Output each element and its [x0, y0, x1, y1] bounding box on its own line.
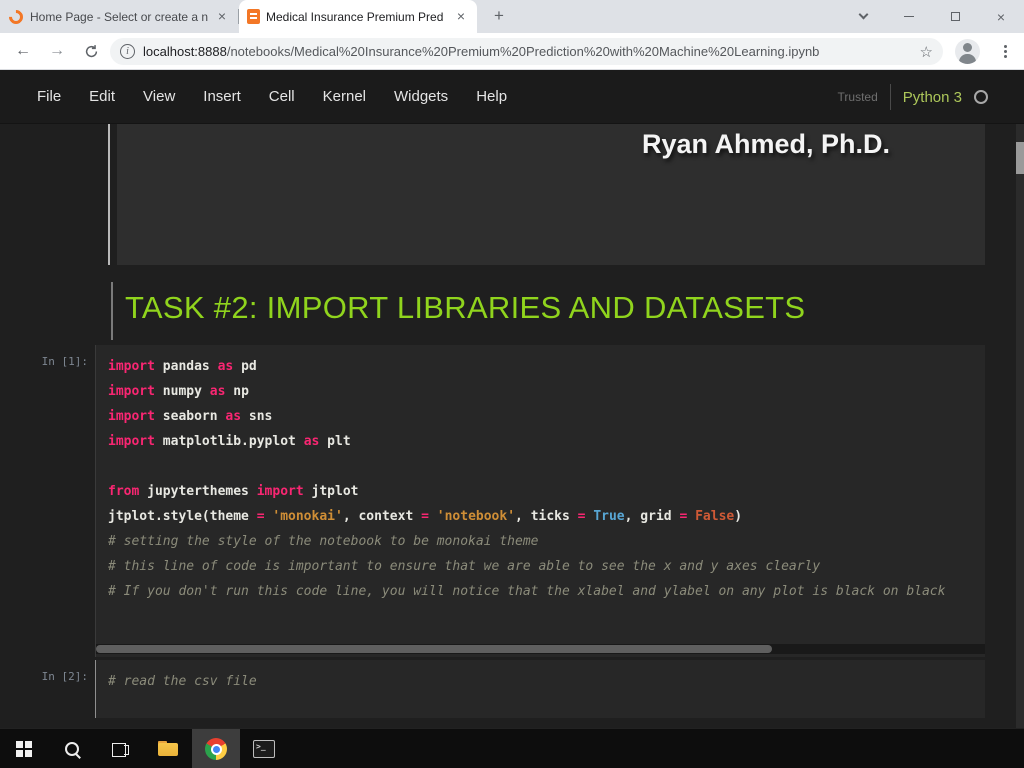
code-lines: import pandas as pd import numpy as np imp… — [108, 354, 973, 604]
chrome-button[interactable] — [192, 729, 240, 768]
scrollbar-thumb[interactable] — [96, 645, 772, 653]
heading-cell-indicator — [111, 282, 113, 340]
menu-widgets[interactable]: Widgets — [380, 80, 462, 113]
code-line: import seaborn as sns — [108, 409, 273, 424]
code-line: jtplot.style(theme = 'monokai', context … — [108, 509, 743, 524]
browser-tab-bar: Home Page - Select or create a n × Medic… — [0, 0, 1024, 33]
menu-insert[interactable]: Insert — [189, 80, 255, 113]
kernel-name: Python 3 — [902, 88, 962, 106]
browser-toolbar: ← → i localhost:8888/notebooks/Medical%2… — [0, 33, 1024, 70]
menu-help[interactable]: Help — [462, 80, 521, 113]
page-info-icon[interactable]: i — [120, 44, 135, 59]
url-host: localhost:8888 — [143, 44, 227, 59]
trusted-status: Trusted — [837, 90, 878, 104]
scrollbar-thumb[interactable] — [1016, 142, 1024, 174]
file-explorer-button[interactable] — [144, 729, 192, 768]
refresh-icon — [85, 44, 97, 57]
tab-title: Home Page - Select or create a n — [30, 9, 208, 24]
cell-prompt: In [1]: — [41, 355, 88, 368]
window-close-button[interactable]: × — [978, 0, 1024, 33]
tab-close-icon[interactable]: × — [214, 8, 230, 25]
menubar-divider — [889, 84, 891, 110]
new-tab-button[interactable]: + — [489, 6, 509, 26]
code-line: import pandas as pd — [108, 359, 257, 374]
window-minimize-button[interactable] — [886, 0, 932, 33]
jupyter-notebook-favicon — [247, 9, 260, 24]
terminal-icon — [253, 740, 275, 758]
jupyter-menubar: File Edit View Insert Cell Kernel Widget… — [0, 70, 1024, 124]
code-editor[interactable]: import pandas as pd import numpy as np imp… — [95, 345, 985, 657]
forward-button[interactable]: → — [44, 38, 70, 64]
windows-logo-icon — [16, 741, 32, 757]
start-button[interactable] — [0, 729, 48, 768]
tab-home-page[interactable]: Home Page - Select or create a n × — [0, 0, 238, 33]
profile-avatar[interactable] — [955, 39, 980, 64]
selected-cell-indicator — [108, 124, 110, 265]
horizontal-scrollbar[interactable] — [96, 644, 985, 654]
banner-markdown-cell[interactable]: Ryan Ahmed, Ph.D. — [117, 124, 985, 265]
back-button[interactable]: ← — [10, 38, 36, 64]
chrome-icon — [205, 738, 227, 760]
jupyter-favicon — [8, 9, 24, 25]
maximize-icon — [950, 12, 960, 21]
close-icon: × — [996, 8, 1006, 25]
browser-menu-icon[interactable] — [1004, 45, 1007, 48]
search-icon — [63, 740, 81, 758]
code-line: # this line of code is important to ensu… — [108, 559, 821, 574]
url-path: /notebooks/Medical%20Insurance%20Premium… — [226, 44, 820, 59]
menu-file[interactable]: File — [23, 80, 75, 113]
folder-icon — [158, 741, 178, 757]
code-line: import numpy as np — [108, 384, 249, 399]
tab-notebook[interactable]: Medical Insurance Premium Pred × — [239, 0, 477, 33]
code-line: # read the csv file — [108, 674, 257, 689]
cell-prompt: In [2]: — [41, 670, 88, 683]
window-maximize-button[interactable] — [932, 0, 978, 33]
refresh-button[interactable] — [78, 38, 104, 64]
tab-close-icon[interactable]: × — [453, 8, 469, 25]
taskbar-search-button[interactable] — [48, 729, 96, 768]
notebook-scrollbar[interactable] — [1016, 124, 1024, 728]
windows-taskbar — [0, 728, 1024, 768]
code-cell-1: In [1]: import pandas as pd import numpy … — [0, 345, 1024, 657]
code-cell-2: In [2]: # read the csv file — [0, 660, 1024, 718]
address-bar[interactable]: i localhost:8888/notebooks/Medical%20Ins… — [110, 38, 943, 65]
kernel-idle-icon — [974, 90, 988, 104]
section-heading[interactable]: TASK #2: IMPORT LIBRARIES AND DATASETS — [125, 290, 805, 326]
task-view-icon — [111, 740, 129, 758]
url-text: localhost:8888/notebooks/Medical%20Insur… — [143, 44, 912, 59]
menu-edit[interactable]: Edit — [75, 80, 129, 113]
kernel-status-area: Trusted Python 3 — [838, 70, 988, 124]
code-line: # If you don't run this code line, you w… — [108, 584, 946, 599]
minimize-icon — [904, 16, 914, 17]
code-lines: # read the csv file — [108, 669, 973, 694]
task-view-button[interactable] — [96, 729, 144, 768]
code-line: from jupyterthemes import jtplot — [108, 484, 359, 499]
terminal-button[interactable] — [240, 729, 288, 768]
code-editor[interactable]: # read the csv file — [95, 660, 985, 718]
menu-view[interactable]: View — [129, 80, 189, 113]
menu-cell[interactable]: Cell — [255, 80, 309, 113]
code-line: import matplotlib.pyplot as plt — [108, 434, 351, 449]
bookmark-star-icon[interactable]: ☆ — [920, 43, 933, 61]
code-line: # setting the style of the notebook to b… — [108, 534, 539, 549]
notebook-area: Ryan Ahmed, Ph.D. TASK #2: IMPORT LIBRAR… — [0, 124, 1024, 728]
tab-search-chevron-icon[interactable] — [858, 9, 869, 20]
tab-title: Medical Insurance Premium Pred — [266, 9, 444, 24]
desktop-screen: Home Page - Select or create a n × Medic… — [0, 0, 1024, 768]
banner-author-text: Ryan Ahmed, Ph.D. — [641, 129, 890, 159]
menu-kernel[interactable]: Kernel — [309, 80, 380, 113]
